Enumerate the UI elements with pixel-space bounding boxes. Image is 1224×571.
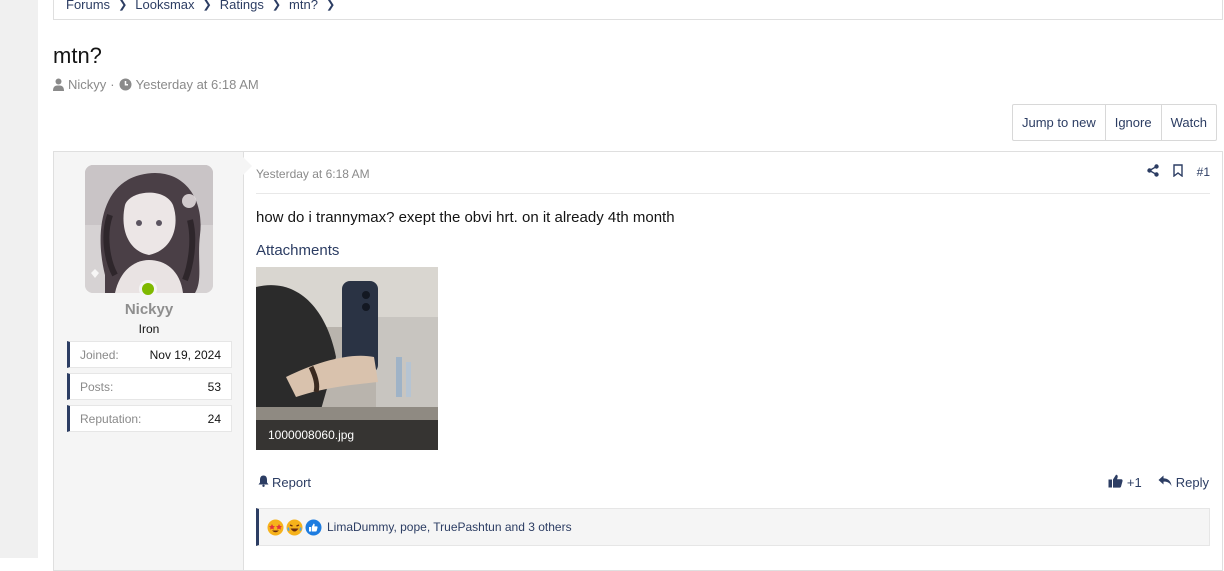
chevron-right-icon: ❯ [118, 0, 128, 11]
breadcrumb-label[interactable]: mtn? [289, 0, 318, 12]
stat-label: Joined: [80, 347, 119, 362]
thread-author[interactable]: Nickyy [68, 77, 106, 92]
post-body: how do i trannymax? exept the obvi hrt. … [256, 209, 675, 226]
meta-separator: · [110, 77, 115, 92]
breadcrumb-item-looksmax[interactable]: Looksmax ❯ [135, 0, 219, 12]
post: Nickyy Iron Joined: Nov 19, 2024 Posts: … [53, 151, 1223, 571]
ignore-button[interactable]: Ignore [1106, 105, 1162, 140]
user-icon [53, 78, 64, 91]
stat-label: Posts: [80, 379, 114, 394]
stat-posts: Posts: 53 [67, 373, 232, 400]
breadcrumb-label[interactable]: Looksmax [135, 0, 194, 12]
chevron-right-icon: ❯ [271, 0, 282, 11]
page-title: mtn? [53, 43, 102, 68]
clock-icon [119, 78, 132, 91]
thumbs-up-icon [1108, 474, 1123, 491]
post-footer-actions: +1 Reply [1108, 474, 1209, 491]
stat-joined: Joined: Nov 19, 2024 [67, 341, 232, 368]
breadcrumb-item-forums[interactable]: Forums ❯ [66, 0, 135, 12]
thread-meta: Nickyy · Yesterday at 6:18 AM [53, 77, 259, 92]
report-label[interactable]: Report [272, 475, 311, 490]
thread-date[interactable]: Yesterday at 6:18 AM [136, 77, 259, 92]
bookmark-icon[interactable] [1172, 164, 1183, 180]
post-main: Yesterday at 6:18 AM #1 how do i trannym… [244, 152, 1222, 570]
laughing-emoji-icon [286, 519, 303, 536]
attachment-thumbnail[interactable]: 1000008060.jpg [256, 267, 438, 450]
like-reaction-icon [305, 519, 322, 536]
chevron-right-icon: ❯ [325, 0, 336, 11]
stat-value: 24 [207, 411, 221, 426]
reactions-users[interactable]: LimaDummy, pope, TruePashtun and 3 other… [327, 520, 572, 534]
bell-icon [258, 475, 269, 490]
breadcrumb-label[interactable]: Forums [66, 0, 110, 12]
chevron-right-icon: ❯ [202, 0, 212, 11]
attachments-heading: Attachments [256, 242, 340, 259]
reply-label[interactable]: Reply [1176, 475, 1209, 490]
stat-value[interactable]: 53 [208, 380, 221, 394]
divider [256, 193, 1210, 194]
online-status-indicator [139, 280, 157, 298]
user-title: Iron [138, 322, 160, 336]
post-user-panel: Nickyy Iron Joined: Nov 19, 2024 Posts: … [54, 152, 252, 570]
like-count[interactable]: +1 [1127, 475, 1142, 490]
username[interactable]: Nickyy [54, 301, 244, 318]
reactions-bar[interactable]: LimaDummy, pope, TruePashtun and 3 other… [256, 508, 1210, 546]
breadcrumb-item-ratings[interactable]: Ratings ❯ [220, 0, 289, 12]
thread-actions: Jump to new Ignore Watch [1012, 104, 1217, 141]
avatar[interactable] [85, 165, 213, 293]
post-tools: #1 [1146, 164, 1210, 180]
breadcrumb-label[interactable]: Ratings [220, 0, 264, 12]
breadcrumb-item-thread[interactable]: mtn? ❯ [289, 0, 343, 12]
stat-label: Reputation: [80, 411, 142, 426]
attachment-filename[interactable]: 1000008060.jpg [256, 420, 438, 450]
reply-icon [1158, 475, 1172, 490]
like-button[interactable]: +1 [1108, 474, 1142, 491]
left-gutter [0, 0, 38, 558]
post-date[interactable]: Yesterday at 6:18 AM [256, 167, 370, 181]
report-link[interactable]: Report [258, 475, 311, 490]
stat-value: Nov 19, 2024 [149, 347, 221, 362]
reply-button[interactable]: Reply [1158, 475, 1209, 490]
star-struck-emoji-icon [267, 519, 284, 536]
post-number[interactable]: #1 [1197, 165, 1210, 179]
jump-to-new-button[interactable]: Jump to new [1013, 105, 1106, 140]
stat-reputation: Reputation: 24 [67, 405, 232, 432]
watch-button[interactable]: Watch [1162, 105, 1216, 140]
share-icon[interactable] [1146, 164, 1159, 180]
breadcrumb: Forums ❯ Looksmax ❯ Ratings ❯ mtn? ❯ [53, 0, 1223, 20]
